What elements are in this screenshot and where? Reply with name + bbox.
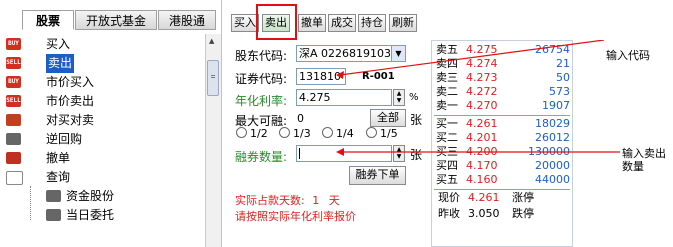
- tree-item-label: 查询: [46, 170, 71, 184]
- tree-scrollbar[interactable]: ▲: [205, 34, 221, 247]
- tree-item[interactable]: 逆回购: [0, 130, 205, 149]
- level-price: 4.160: [466, 173, 498, 186]
- level-volume: 44000: [535, 173, 570, 186]
- tree-item[interactable]: SELL 卖出: [0, 54, 205, 73]
- info-value: 4.261: [468, 191, 500, 204]
- account-label: 股东代码:: [235, 49, 288, 63]
- current-price-row: 现价 4.261 涨停: [436, 191, 572, 205]
- tree-item[interactable]: 查询: [0, 168, 205, 187]
- book-divider: [434, 189, 570, 190]
- toolbar-cancel-button[interactable]: 撤单: [298, 14, 326, 32]
- days-unit: 天: [328, 194, 340, 207]
- query-icon: [46, 190, 61, 202]
- tree-item[interactable]: 对买对卖: [0, 111, 205, 130]
- level-label: 买五: [436, 173, 458, 186]
- tree-item[interactable]: 撤单: [0, 149, 205, 168]
- cancel-icon: [6, 152, 21, 164]
- info-value: 3.050: [468, 207, 500, 220]
- rate-hint: 请按照实际年化利率报价: [235, 210, 356, 223]
- arrow-code-line: [339, 40, 605, 76]
- collapse-icon: [6, 171, 23, 185]
- max-value: 0: [297, 112, 304, 125]
- toolbar-deals-button[interactable]: 成交: [328, 14, 356, 32]
- days-value: 1: [312, 194, 320, 207]
- sell-icon: SELL: [6, 57, 21, 69]
- rate-label: 年化利率:: [235, 94, 288, 108]
- annotation-arrows: [336, 40, 620, 156]
- annotation-enter-qty: 数量: [622, 160, 644, 173]
- tree-item-label: 买入: [46, 37, 71, 51]
- toolbar-buy-button[interactable]: 买入: [231, 14, 259, 32]
- repo-icon: [6, 133, 21, 145]
- scroll-up-icon[interactable]: ▲: [209, 37, 214, 45]
- text-cursor: [299, 148, 300, 159]
- buy-icon: BUY: [6, 38, 21, 50]
- scroll-thumb[interactable]: [207, 60, 219, 96]
- tree-item[interactable]: BUY 买入: [0, 35, 205, 54]
- tree-item[interactable]: BUY 市价买入: [0, 73, 205, 92]
- buy-level-row: 买五 4.160 44000: [436, 173, 572, 187]
- fraction-label: 1/2: [250, 127, 268, 140]
- toolbar-refresh-button[interactable]: 刷新: [389, 14, 417, 32]
- tree-item-label: 资金股份: [66, 189, 115, 203]
- fraction-label: 1/3: [293, 127, 311, 140]
- fraction-radio[interactable]: 1/2: [236, 127, 268, 140]
- tree-item[interactable]: SELL 市价卖出: [0, 92, 205, 111]
- arrow-code-head: [336, 71, 344, 79]
- buy-icon: BUY: [6, 76, 21, 88]
- tree-item-label: 当日委托: [66, 208, 115, 222]
- fraction-radio[interactable]: 1/3: [279, 127, 311, 140]
- sell-icon: SELL: [6, 95, 21, 107]
- info-label: 昨收: [438, 207, 460, 220]
- qty-label: 融券数量:: [235, 150, 288, 164]
- prev-close-row: 昨收 3.050 跌停: [436, 207, 572, 221]
- days-label: 实际占款天数:: [235, 194, 305, 207]
- radio-circle-icon[interactable]: [236, 127, 247, 138]
- tree-connector: [30, 186, 31, 220]
- tab-stocks[interactable]: 股票: [22, 10, 74, 30]
- tree-item-label: 逆回购: [46, 132, 83, 146]
- tab-open-fund[interactable]: 开放式基金: [75, 10, 157, 30]
- tree-item-label: 卖出: [46, 54, 75, 73]
- info-limit: 涨停: [512, 191, 534, 204]
- radio-circle-icon[interactable]: [279, 127, 290, 138]
- code-label: 证券代码:: [235, 72, 288, 86]
- query-icon: [46, 209, 61, 221]
- tree-item-label: 市价买入: [46, 75, 95, 89]
- tree-item-label: 撤单: [46, 151, 71, 165]
- toolbar-positions-button[interactable]: 持仓: [358, 14, 386, 32]
- days-line: 实际占款天数: 1 天: [235, 192, 340, 208]
- tree-item-label: 对买对卖: [46, 113, 95, 127]
- annotation-enter-code: 输入代码: [606, 49, 650, 62]
- info-limit: 跌停: [512, 207, 534, 220]
- sell-highlight-box: [256, 4, 297, 40]
- info-label: 现价: [438, 191, 460, 204]
- swap-icon: [6, 114, 21, 126]
- tab-hk-connect[interactable]: 港股通: [158, 10, 216, 30]
- arrow-qty-head: [336, 148, 344, 156]
- left-nav-panel: 股票 开放式基金 港股通 BUY 买入 SELL 卖出 BUY 市价买入 SELL 市价卖出对…: [0, 0, 222, 247]
- tree-item-label: 市价卖出: [46, 94, 95, 108]
